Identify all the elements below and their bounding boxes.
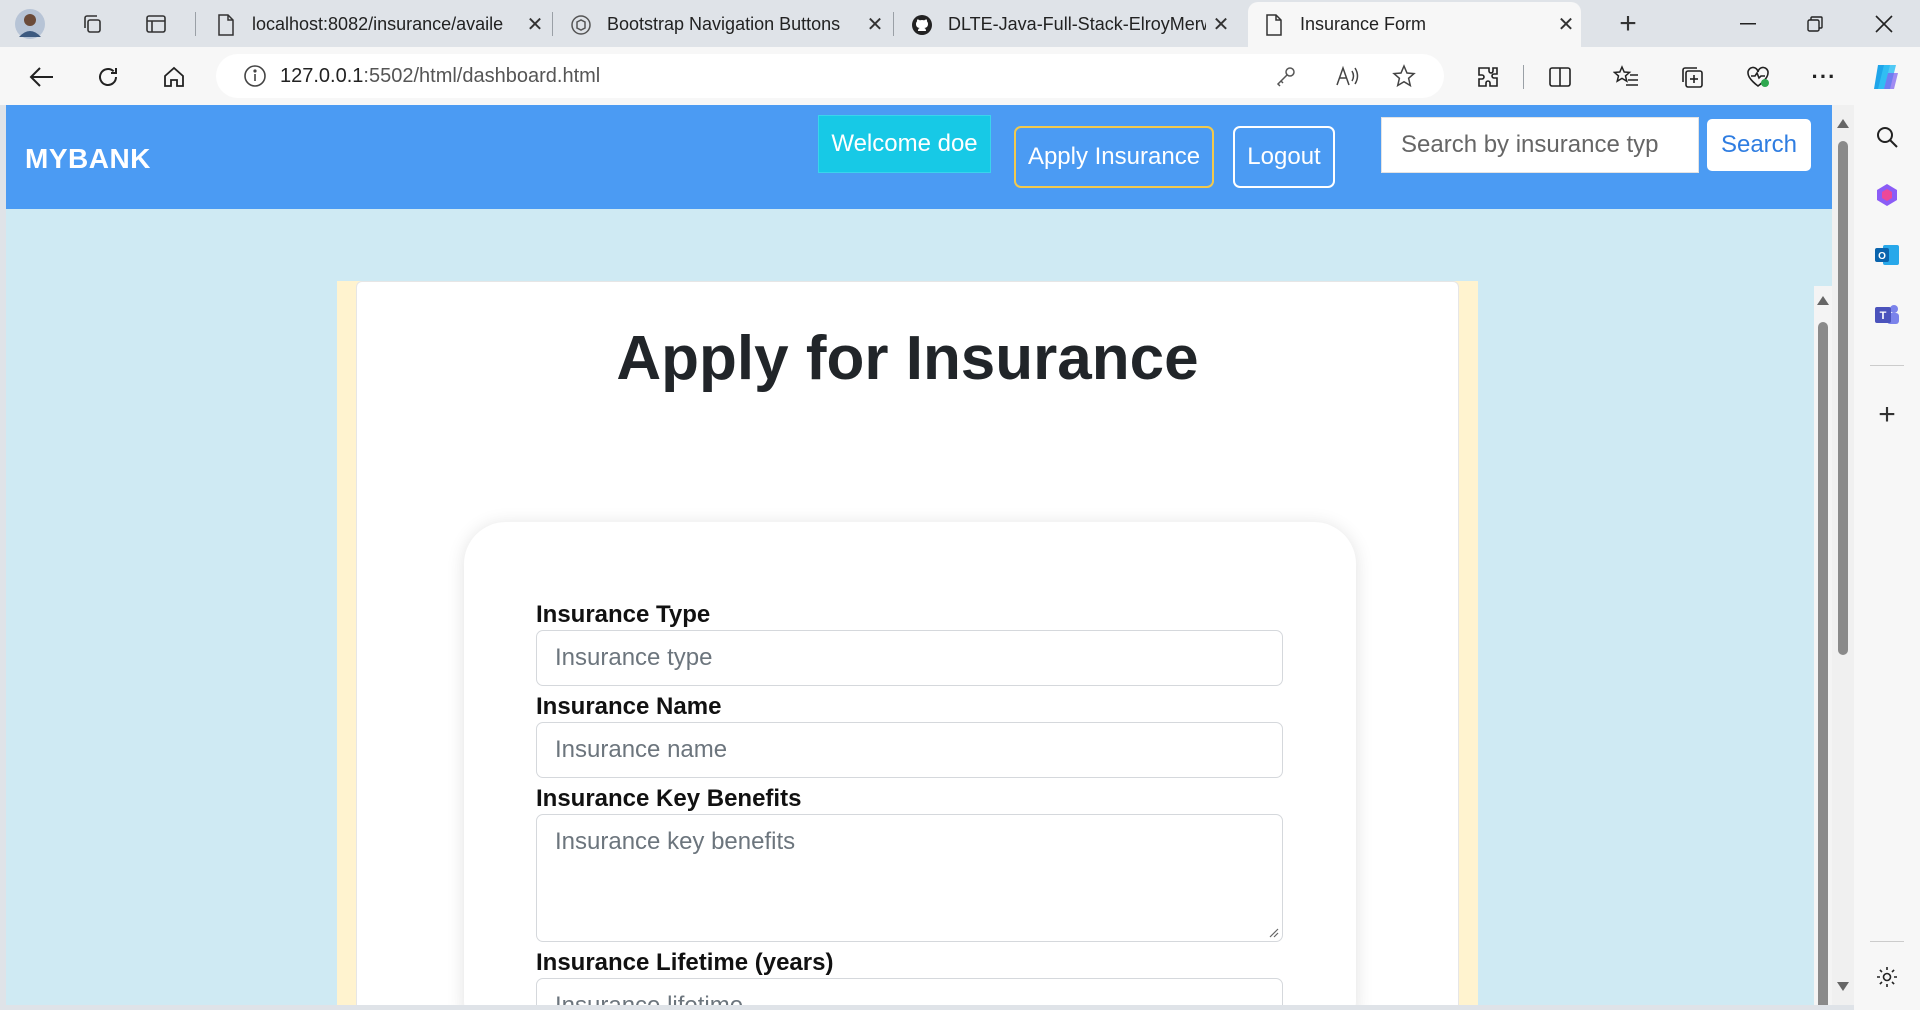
outlook-icon[interactable]: O	[1869, 237, 1905, 273]
url-host: 127.0.0.1	[280, 64, 364, 87]
home-icon[interactable]	[154, 57, 194, 97]
gear-icon[interactable]	[1869, 959, 1905, 995]
insurance-benefits-textarea[interactable]: Insurance key benefits	[536, 814, 1283, 942]
refresh-icon[interactable]	[88, 57, 128, 97]
tab-title: Insurance Form	[1300, 14, 1427, 34]
address-toolbar: 127.0.0.1:5502/html/dashboard.html ···	[0, 47, 1920, 105]
tab-title: DLTE-Java-Full-Stack-ElroyMerw	[948, 14, 1206, 34]
copilot-icon[interactable]	[1866, 57, 1906, 97]
scroll-up-arrow-icon[interactable]	[1817, 296, 1829, 305]
apply-insurance-button[interactable]: Apply Insurance	[1014, 126, 1214, 188]
insurance-lifetime-label: Insurance Lifetime (years)	[536, 949, 834, 976]
brand-logo[interactable]: MYBANK	[25, 143, 151, 175]
key-icon[interactable]	[1264, 54, 1308, 98]
insurance-type-label: Insurance Type	[536, 601, 711, 628]
url-path: :5502/html/dashboard.html	[363, 64, 601, 87]
svg-text:O: O	[1878, 251, 1886, 262]
site-info-icon[interactable]	[230, 64, 280, 88]
resize-grip-icon[interactable]	[1267, 926, 1279, 938]
page-title: Apply for Insurance	[616, 324, 1199, 393]
new-tab-icon[interactable]: +	[1612, 7, 1644, 40]
tab-actions-icon[interactable]	[140, 8, 172, 40]
page-icon	[214, 13, 238, 37]
insurance-name-label: Insurance Name	[536, 693, 722, 720]
split-screen-icon[interactable]	[1540, 57, 1580, 97]
navbar: MYBANK Welcome doe Apply Insurance Logou…	[6, 105, 1832, 209]
add-sidebar-app-icon[interactable]: +	[1869, 397, 1905, 433]
insurance-name-input[interactable]: Insurance name	[536, 722, 1283, 778]
url-text: 127.0.0.1:5502/html/dashboard.html	[280, 65, 600, 88]
tab-separator	[552, 12, 553, 36]
more-options-icon[interactable]: ···	[1804, 57, 1844, 97]
close-icon[interactable]: ✕	[520, 12, 550, 37]
read-aloud-icon[interactable]	[1326, 54, 1370, 98]
restore-icon[interactable]	[1785, 6, 1845, 42]
close-icon[interactable]: ✕	[1206, 12, 1236, 37]
tab-github[interactable]: DLTE-Java-Full-Stack-ElroyMerw ✕	[896, 2, 1236, 47]
favorites-icon[interactable]	[1606, 57, 1646, 97]
benefits-placeholder: Insurance key benefits	[555, 828, 796, 855]
sidebar-separator	[1870, 941, 1904, 942]
tab-separator	[195, 12, 196, 36]
collections-icon[interactable]	[1672, 57, 1712, 97]
minimize-icon[interactable]	[1718, 6, 1778, 42]
search-icon[interactable]	[1869, 119, 1905, 155]
favorite-star-icon[interactable]	[1382, 54, 1426, 98]
scrollbar-thumb[interactable]	[1838, 141, 1848, 655]
sidebar-separator	[1870, 365, 1904, 366]
search-input[interactable]: Search by insurance typ	[1381, 117, 1699, 173]
toolbar-separator	[1523, 65, 1524, 89]
address-bar[interactable]: 127.0.0.1:5502/html/dashboard.html	[216, 54, 1444, 98]
scroll-down-arrow-icon[interactable]	[1837, 982, 1849, 991]
welcome-badge: Welcome doe	[818, 115, 991, 173]
github-icon	[910, 13, 934, 37]
tab-bar: localhost:8082/insurance/availe ✕ Bootst…	[0, 0, 1920, 47]
logout-button[interactable]: Logout	[1233, 126, 1335, 188]
page-viewport: MYBANK Welcome doe Apply Insurance Logou…	[6, 105, 1832, 1005]
close-icon[interactable]: ✕	[860, 12, 890, 37]
page-icon	[1262, 13, 1286, 37]
copilot-sidebar-icon[interactable]	[1869, 177, 1905, 213]
insurance-lifetime-input[interactable]: Insurance lifetime	[536, 978, 1283, 1005]
inner-scrollbar[interactable]	[1814, 286, 1832, 1005]
close-window-icon[interactable]	[1854, 6, 1914, 42]
back-arrow-icon[interactable]	[22, 57, 62, 97]
tab-title: Bootstrap Navigation Buttons	[607, 14, 841, 34]
scrollbar-thumb[interactable]	[1818, 322, 1828, 1005]
tab-insurance-form[interactable]: Insurance Form ✕	[1248, 2, 1581, 47]
insurance-type-input[interactable]: Insurance type	[536, 630, 1283, 686]
tab-separator	[893, 12, 894, 36]
browser-sidebar: O T +	[1854, 105, 1920, 1010]
tab-bootstrap[interactable]: Bootstrap Navigation Buttons ✕	[555, 2, 890, 47]
scroll-up-arrow-icon[interactable]	[1837, 119, 1849, 128]
svg-text:T: T	[1880, 310, 1887, 322]
browser-essentials-icon[interactable]	[1738, 57, 1778, 97]
tab-localhost[interactable]: localhost:8082/insurance/availe ✕	[200, 2, 550, 47]
tab-title: localhost:8082/insurance/availe	[252, 14, 504, 34]
workspaces-icon[interactable]	[76, 8, 108, 40]
teams-icon[interactable]: T	[1869, 297, 1905, 333]
profile-avatar-icon[interactable]	[14, 8, 46, 40]
page-scrollbar[interactable]	[1832, 105, 1854, 1005]
extensions-icon[interactable]	[1468, 57, 1508, 97]
insurance-benefits-label: Insurance Key Benefits	[536, 785, 802, 812]
search-button[interactable]: Search	[1705, 117, 1813, 173]
chatgpt-icon	[569, 13, 593, 37]
close-icon[interactable]: ✕	[1551, 12, 1581, 37]
